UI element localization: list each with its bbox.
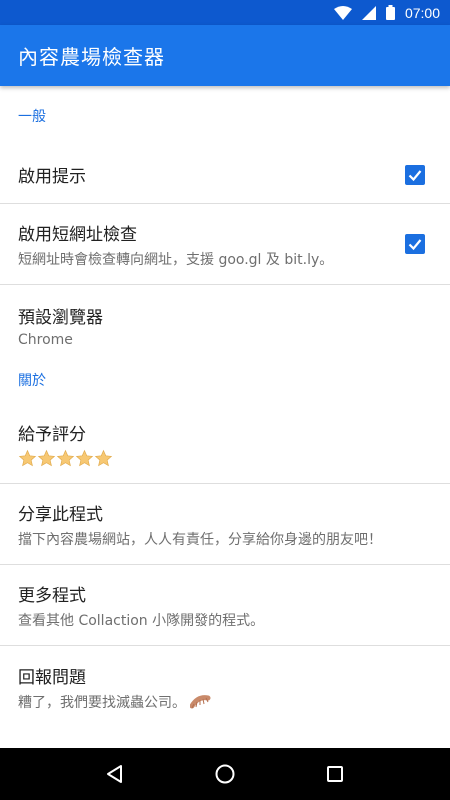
pref-title: 給予評分 xyxy=(18,424,86,445)
back-icon xyxy=(107,765,122,783)
status-bar: 07:00 xyxy=(0,0,450,25)
pref-summary-row: 糟了，我們要找滅蟲公司。 xyxy=(18,692,432,712)
pref-share[interactable]: 分享此程式 擋下內容農場網站，人人有責任，分享給你身邊的朋友吧！ xyxy=(0,484,450,565)
star-icon xyxy=(56,449,75,466)
pref-rate[interactable]: 給予評分 xyxy=(0,404,450,484)
recents-icon xyxy=(327,766,343,782)
pref-enable-short-url[interactable]: 啟用短網址檢查 短網址時會檢查轉向網址，支援 goo.gl 及 bit.ly。 xyxy=(0,204,450,285)
star-icon xyxy=(94,449,113,466)
section-header-general: 一般 xyxy=(18,109,46,125)
app-bar: 內容農場檢查器 xyxy=(0,25,450,86)
pref-summary: 短網址時會檢查轉向網址，支援 goo.gl 及 bit.ly。 xyxy=(18,251,334,268)
pref-title: 啟用短網址檢查 xyxy=(18,224,137,245)
battery-icon xyxy=(385,5,395,20)
recents-button[interactable] xyxy=(315,754,355,794)
pref-enable-hints[interactable]: 啟用提示 xyxy=(0,146,450,204)
pref-report[interactable]: 回報問題 糟了，我們要找滅蟲公司。 xyxy=(0,646,450,728)
pref-title: 回報問題 xyxy=(18,667,86,688)
section-header-about: 關於 xyxy=(18,373,46,389)
home-button[interactable] xyxy=(205,754,245,794)
pref-default-browser[interactable]: 預設瀏覽器 Chrome xyxy=(0,285,450,366)
pref-summary: 糟了，我們要找滅蟲公司。 xyxy=(18,694,186,711)
star-icon xyxy=(37,449,56,466)
rating-stars xyxy=(18,449,432,468)
star-icon xyxy=(18,449,37,466)
pref-summary: Chrome xyxy=(18,332,73,348)
check-icon xyxy=(408,239,422,251)
home-icon xyxy=(215,764,235,784)
star-icon xyxy=(75,449,94,466)
enable-hints-checkbox[interactable] xyxy=(405,164,425,185)
pref-title: 更多程式 xyxy=(18,585,86,606)
enable-short-url-checkbox[interactable] xyxy=(405,234,425,254)
pref-more-apps[interactable]: 更多程式 查看其他 Collaction 小隊開發的程式。 xyxy=(0,565,450,646)
navigation-bar xyxy=(0,748,450,800)
back-button[interactable] xyxy=(95,754,135,794)
settings-list[interactable]: 一般 啟用提示 啟用短網址檢查 短網址時會檢查轉向網址，支援 goo.gl 及 … xyxy=(0,86,450,748)
pref-title: 啟用提示 xyxy=(18,167,86,187)
pref-title: 分享此程式 xyxy=(18,504,103,525)
pref-summary: 擋下內容農場網站，人人有責任，分享給你身邊的朋友吧！ xyxy=(18,531,382,548)
pref-title: 預設瀏覽器 xyxy=(18,308,103,328)
app-title: 內容農場檢查器 xyxy=(18,45,165,69)
signal-icon xyxy=(361,5,376,20)
bug-icon xyxy=(190,694,211,708)
status-time: 07:00 xyxy=(404,4,440,21)
check-icon xyxy=(408,169,422,181)
wifi-icon xyxy=(333,5,352,20)
pref-summary: 查看其他 Collaction 小隊開發的程式。 xyxy=(18,612,265,629)
